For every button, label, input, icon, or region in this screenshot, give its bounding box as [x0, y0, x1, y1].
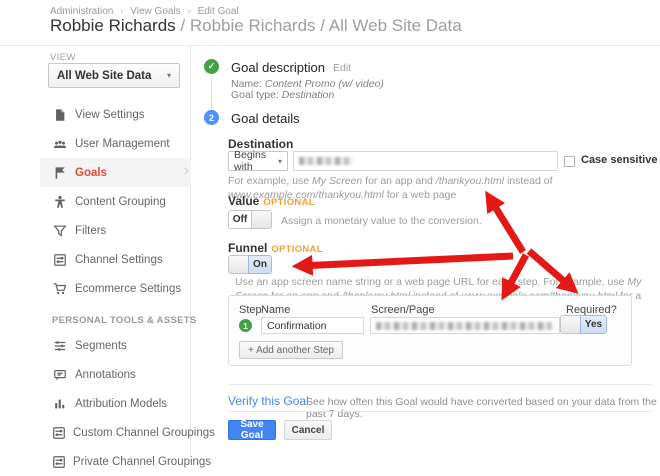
column-header-step: Step — [239, 304, 262, 316]
match-type-dropdown[interactable]: Begins with ▾ — [228, 149, 288, 173]
column-header-name: Name — [261, 304, 291, 316]
goal-details-heading: Goal details — [231, 111, 300, 126]
value-label-text: Value — [228, 194, 260, 208]
funnel-optional-badge: OPTIONAL — [271, 244, 323, 255]
view-selector-dropdown[interactable]: All Web Site Data ▾ — [48, 63, 180, 88]
sliders-icon — [52, 252, 68, 267]
value-label: Value OPTIONAL — [228, 194, 315, 208]
goal-edit-page: Administration › View Goals › Edit Goal … — [0, 0, 660, 468]
cancel-button[interactable]: Cancel — [284, 420, 332, 440]
funnel-step-screen-page-input[interactable] — [370, 317, 560, 334]
funnel-icon — [52, 223, 68, 238]
chevron-right-icon: › — [183, 162, 189, 179]
funnel-step-name-input[interactable]: Confirmation — [261, 317, 364, 334]
column-header-screen-page: Screen/Page — [371, 304, 435, 316]
value-toggle[interactable]: Off — [228, 210, 272, 229]
sidebar-item-label: Attribution Models — [75, 397, 168, 410]
funnel-label-text: Funnel — [228, 241, 268, 255]
goal-type-label: Goal type: — [231, 89, 279, 101]
funnel-step-number: 1 — [239, 319, 252, 332]
sidebar-item-custom-channel-groupings[interactable]: Custom Channel Groupings — [40, 418, 215, 447]
sidebar: VIEW All Web Site Data ▾ View Settings U… — [0, 46, 215, 468]
value-toggle-on[interactable] — [251, 210, 272, 229]
sidebar-item-label: Content Grouping — [75, 195, 166, 208]
funnel-toggle-off[interactable] — [228, 255, 249, 274]
property-view-path: / Robbie Richards / All Web Site Data — [180, 16, 462, 35]
flag-icon — [52, 165, 68, 180]
required-toggle-yes[interactable]: Yes — [580, 315, 607, 334]
sidebar-item-label: Segments — [75, 339, 127, 352]
sidebar-item-label: Ecommerce Settings — [75, 282, 182, 295]
bar-chart-icon — [52, 396, 68, 411]
goal-type-line: Goal type: Destination — [231, 89, 334, 101]
sidebar-item-label: Private Channel Groupings — [73, 455, 212, 468]
case-sensitive-label: Case sensitive — [581, 154, 658, 166]
redacted-text — [299, 157, 353, 165]
view-selector-value: All Web Site Data — [57, 69, 152, 82]
value-toggle-off[interactable]: Off — [228, 210, 252, 229]
document-icon — [52, 107, 68, 122]
case-sensitive-checkbox[interactable] — [564, 156, 575, 167]
header: Administration › View Goals › Edit Goal … — [0, 0, 660, 46]
edit-goal-description-link[interactable]: Edit — [333, 62, 351, 74]
chevron-down-icon: ▾ — [166, 71, 171, 80]
goal-type-value: Destination — [281, 89, 335, 101]
sliders-icon — [52, 425, 66, 440]
sidebar-item-annotations[interactable]: Annotations — [40, 360, 191, 389]
users-icon — [52, 136, 68, 151]
sidebar-item-user-management[interactable]: User Management — [40, 129, 191, 158]
add-another-step-button[interactable]: + Add another Step — [239, 341, 343, 359]
sidebar-item-filters[interactable]: Filters — [40, 216, 191, 245]
step-connector-line — [211, 76, 212, 109]
save-goal-button[interactable]: Save Goal — [228, 419, 276, 441]
account-name: Robbie Richards — [50, 16, 176, 35]
sidebar-item-label: Annotations — [75, 368, 136, 381]
sidebar-section-personal-tools: PERSONAL TOOLS & ASSETS — [52, 315, 197, 326]
verify-goal-description: See how often this Goal would have conve… — [306, 396, 657, 420]
required-toggle-no[interactable] — [560, 315, 581, 334]
speech-bubble-icon — [52, 367, 68, 382]
sidebar-item-private-channel-groupings[interactable]: Private Channel Groupings — [40, 447, 211, 476]
step2-number-icon: 2 — [204, 110, 219, 125]
sidebar-item-segments[interactable]: Segments — [40, 331, 191, 360]
sidebar-item-label: Custom Channel Groupings — [73, 426, 215, 439]
sidebar-item-label: View Settings — [75, 108, 145, 121]
sidebar-item-ecommerce-settings[interactable]: Ecommerce Settings — [40, 274, 191, 303]
sidebar-item-view-settings[interactable]: View Settings — [40, 100, 191, 129]
funnel-steps-panel: Step Name Screen/Page Required? 1 Confir… — [228, 295, 632, 366]
chevron-down-icon: ▾ — [277, 156, 282, 166]
destination-url-input[interactable] — [293, 151, 558, 171]
match-type-value: Begins with — [234, 149, 267, 173]
verify-goal-link[interactable]: Verify this Goal — [228, 394, 309, 408]
value-help-text: Assign a monetary value to the conversio… — [281, 215, 482, 227]
step1-complete-icon: ✓ — [204, 59, 219, 74]
goal-description-heading: Goal description — [231, 60, 325, 75]
sidebar-item-label: Filters — [75, 224, 107, 237]
sidebar-item-content-grouping[interactable]: Content Grouping — [40, 187, 191, 216]
funnel-step-required-toggle[interactable]: Yes — [560, 315, 607, 334]
sliders-icon — [52, 454, 66, 469]
funnel-toggle[interactable]: On — [228, 255, 272, 274]
segments-icon — [52, 338, 68, 353]
divider — [228, 411, 652, 412]
funnel-toggle-on[interactable]: On — [248, 255, 272, 274]
view-label: VIEW — [50, 52, 76, 63]
divider — [228, 384, 652, 385]
sidebar-item-channel-settings[interactable]: Channel Settings — [40, 245, 191, 274]
sidebar-item-goals[interactable]: Goals › — [40, 158, 191, 187]
value-optional-badge: OPTIONAL — [263, 197, 315, 208]
funnel-step-name-value: Confirmation — [267, 319, 327, 332]
sidebar-item-label: User Management — [75, 137, 170, 150]
arrow-to-destination-help — [485, 190, 526, 254]
arrow-to-funnel-on-toggle — [291, 252, 514, 276]
funnel-label: Funnel OPTIONAL — [228, 241, 323, 255]
person-icon — [52, 194, 68, 209]
sidebar-item-label: Goals — [75, 166, 107, 179]
sidebar-nav: View Settings User Management Goals › Co… — [40, 100, 215, 476]
sidebar-item-label: Channel Settings — [75, 253, 163, 266]
cart-icon — [52, 281, 68, 296]
page-title: Robbie Richards / Robbie Richards / All … — [50, 16, 462, 36]
sidebar-item-attribution-models[interactable]: Attribution Models — [40, 389, 191, 418]
redacted-text — [376, 321, 552, 330]
